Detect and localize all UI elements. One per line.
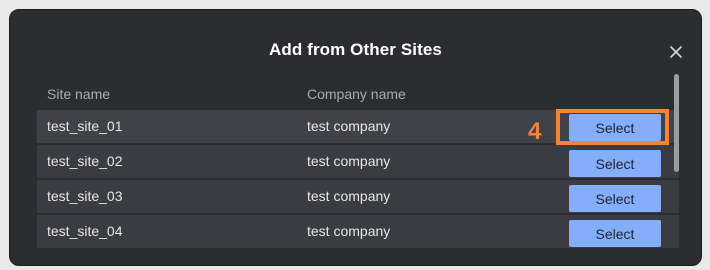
dialog-title: Add from Other Sites (269, 40, 442, 59)
site-name-cell: test_site_02 (47, 153, 123, 169)
table-row: test_site_03 test company Select (37, 180, 679, 213)
site-name-cell: test_site_04 (47, 223, 123, 239)
site-name-cell: test_site_03 (47, 188, 123, 204)
select-button[interactable]: Select (569, 150, 661, 177)
company-name-cell: test company (307, 188, 391, 204)
select-button[interactable]: Select (569, 114, 661, 141)
add-from-other-sites-dialog: Add from Other Sites Site name Company n… (9, 9, 702, 266)
select-button[interactable]: Select (569, 185, 661, 212)
column-header-site-name: Site name (47, 86, 111, 102)
company-name-cell: test company (307, 223, 391, 239)
table-row: test_site_01 test company Select (37, 110, 679, 143)
site-name-cell: test_site_01 (47, 118, 123, 134)
company-name-cell: test company (307, 118, 391, 134)
company-name-cell: test company (307, 153, 391, 169)
select-button[interactable]: Select (569, 220, 661, 247)
close-icon[interactable] (668, 44, 684, 60)
close-icon-glyph (670, 46, 682, 58)
sites-table: Site name Company name test_site_01 test… (37, 78, 679, 250)
step-number-label: 4 (528, 118, 542, 145)
table-row: test_site_02 test company Select (37, 145, 679, 178)
table-header: Site name Company name (37, 78, 679, 110)
scrollbar-thumb[interactable] (674, 74, 679, 172)
table-row: test_site_04 test company Select (37, 215, 679, 248)
scrollbar[interactable] (674, 74, 680, 264)
column-header-company-name: Company name (307, 86, 406, 102)
